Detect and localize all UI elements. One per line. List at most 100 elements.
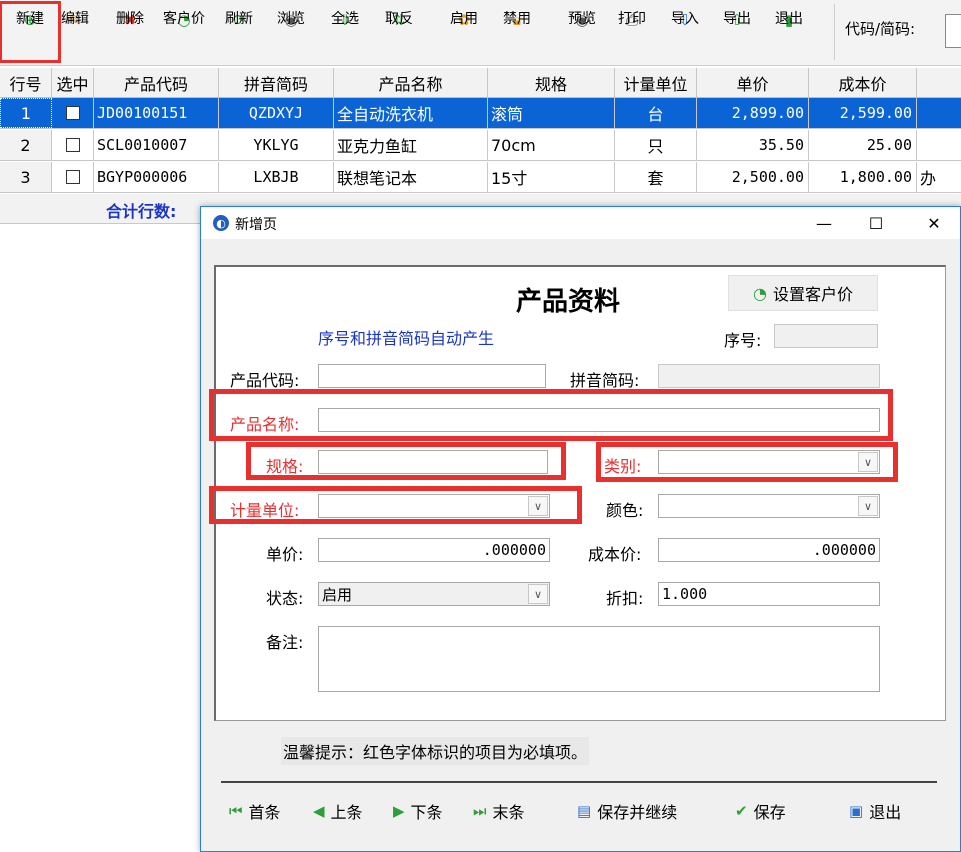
save-continue-icon: ▤ — [577, 802, 592, 820]
table-row[interactable]: 3 BGYP000006 LXBJB 联想笔记本 15寸 套 2,500.00 … — [0, 162, 961, 193]
product-code-label: 产品代码: — [230, 371, 300, 390]
remark-label: 备注: — [266, 633, 304, 652]
customer-price-icon: ◔ — [753, 283, 767, 303]
print-button[interactable]: ⎙ 打印 — [614, 4, 650, 60]
discount-input[interactable]: 1.000 — [658, 582, 880, 606]
refresh-button[interactable]: ⟳ 刷新 — [221, 4, 257, 60]
toolbar-separator — [834, 4, 835, 60]
required-highlight-spec — [246, 442, 566, 480]
form-title: 产品资料 — [516, 287, 621, 317]
prev-record-icon: ◀ — [313, 802, 325, 820]
col-header-unit[interactable]: 计量单位 — [615, 68, 697, 97]
col-header-price[interactable]: 单价 — [697, 68, 809, 97]
row-number: 1 — [0, 98, 52, 128]
enable-button[interactable]: ✿ 启用 — [446, 4, 482, 60]
col-header-spec[interactable]: 规格 — [488, 68, 615, 97]
cost-input[interactable]: .000000 — [658, 538, 880, 562]
cell-product-name: 全自动洗衣机 — [334, 98, 488, 128]
cell-extra: 办 — [920, 169, 937, 188]
dialog-title: 新增页 — [235, 217, 277, 233]
browse-button[interactable]: ◉ 浏览 — [273, 4, 309, 60]
col-header-cost[interactable]: 成本价 — [809, 68, 917, 97]
row-checkbox[interactable] — [65, 106, 80, 120]
price-label: 单价: — [266, 545, 304, 564]
required-highlight-category — [596, 442, 898, 482]
export-button[interactable]: ⇧ 导出 — [719, 4, 755, 60]
seq-field[interactable] — [774, 324, 878, 348]
col-header-row-number[interactable]: 行号 — [0, 68, 52, 97]
pinyin-label: 拼音简码: — [570, 371, 640, 390]
required-highlight-name — [209, 389, 893, 441]
row-checkbox-cell — [52, 98, 94, 128]
new-button[interactable]: ⊕ 新建 — [0, 1, 61, 63]
row-checkbox[interactable] — [65, 170, 80, 184]
first-record-button[interactable]: ⏮ 首条 — [229, 797, 281, 825]
disable-button[interactable]: 🔒︎ 禁用 — [499, 4, 535, 60]
close-button[interactable]: ✕ — [911, 207, 957, 239]
next-record-button[interactable]: ▶ 下条 — [393, 797, 443, 825]
col-header-product-name[interactable]: 产品名称 — [334, 68, 488, 97]
maximize-button[interactable]: ☐ — [853, 207, 899, 239]
remark-textarea[interactable] — [318, 626, 880, 692]
color-select[interactable]: ∨ — [658, 494, 880, 518]
color-label: 颜色: — [606, 501, 644, 520]
chevron-down-icon[interactable]: ∨ — [858, 496, 878, 516]
price-input[interactable]: .000000 — [318, 538, 550, 562]
code-search-input[interactable] — [945, 14, 961, 48]
import-button[interactable]: ⇩ 导入 — [667, 4, 703, 60]
row-number: 2 — [0, 130, 52, 160]
chevron-down-icon[interactable]: ∨ — [528, 584, 548, 604]
exit-icon: ▣ — [849, 802, 864, 820]
cell-extra — [917, 130, 961, 160]
cell-product-name: 亚克力鱼缸 — [334, 130, 488, 160]
summary-label: 合计行数: — [106, 202, 177, 221]
cell-product-name: 联想笔记本 — [334, 162, 488, 192]
prev-record-button[interactable]: ◀ 上条 — [313, 797, 363, 825]
cell-spec: 滚筒 — [488, 98, 615, 128]
cell-product-code: BGYP000006 — [94, 162, 219, 192]
table-row[interactable]: 2 SCL0010007 YKLYG 亚克力鱼缸 70cm 只 35.50 25… — [0, 130, 961, 161]
cost-label: 成本价: — [588, 545, 642, 564]
set-customer-price-button[interactable]: ◔ 设置客户价 — [728, 275, 878, 311]
delete-button[interactable]: ✖ 删除 — [110, 4, 150, 60]
new-product-dialog: ◐ 新增页 — ☐ ✕ 产品资料 ◔ 设置客户价 序号和拼音简码自动产生 序号:… — [200, 206, 961, 852]
cell-cost: 1,800.00 — [809, 162, 917, 192]
row-checkbox[interactable] — [65, 138, 80, 152]
minimize-button[interactable]: — — [801, 207, 847, 239]
cell-pinyin: YKLYG — [219, 130, 334, 160]
cell-unit: 台 — [615, 98, 697, 128]
exit-button[interactable]: ▮ 退出 — [771, 4, 807, 60]
product-code-input[interactable] — [318, 364, 546, 388]
customer-price-button[interactable]: ◔ 客户价 — [158, 4, 210, 60]
pinyin-field[interactable] — [658, 364, 880, 388]
footer-divider — [221, 781, 937, 783]
col-header-product-code[interactable]: 产品代码 — [94, 68, 219, 97]
save-button[interactable]: ✔ 保存 — [735, 797, 786, 825]
invert-selection-button[interactable]: ⇅ 取反 — [381, 4, 417, 60]
preview-button[interactable]: ◉ 预览 — [564, 4, 600, 60]
code-search-label: 代码/简码: — [845, 20, 916, 38]
edit-button[interactable]: ✎ 编辑 — [58, 4, 92, 60]
cell-cost: 25.00 — [809, 130, 917, 160]
cell-product-code: JD00100151 — [94, 98, 219, 128]
dialog-exit-button[interactable]: ▣ 退出 — [849, 797, 901, 825]
next-record-icon: ▶ — [393, 802, 405, 820]
cell-price: 2,500.00 — [697, 162, 809, 192]
cell-unit: 套 — [615, 162, 697, 192]
cell-pinyin: QZDXYJ — [219, 98, 334, 128]
auto-generate-hint: 序号和拼音简码自动产生 — [318, 329, 495, 348]
cell-price: 2,899.00 — [697, 98, 809, 128]
product-form-panel: 产品资料 ◔ 设置客户价 序号和拼音简码自动产生 序号: 产品代码: 拼音简码:… — [209, 265, 946, 721]
discount-label: 折扣: — [606, 589, 644, 608]
dialog-titlebar[interactable]: ◐ 新增页 — ☐ ✕ — [201, 207, 960, 239]
last-record-button[interactable]: ⏭ 末条 — [473, 797, 525, 825]
table-row[interactable]: 1 JD00100151 QZDXYJ 全自动洗衣机 滚筒 台 2,899.00… — [0, 98, 961, 129]
toolbar: ⊕ 新建 ✎ 编辑 ✖ 删除 ◔ 客户价 ⟳ 刷新 ◉ 浏览 ⇓ 全选 ⇅ 取反… — [0, 0, 961, 66]
col-header-pinyin[interactable]: 拼音简码 — [219, 68, 334, 97]
seq-label: 序号: — [724, 331, 762, 350]
save-and-continue-button[interactable]: ▤ 保存并继续 — [577, 797, 677, 825]
app-icon: ◐ — [213, 215, 229, 231]
col-header-selected[interactable]: 选中 — [52, 68, 94, 97]
status-select[interactable]: 启用 ∨ — [318, 582, 550, 606]
select-all-button[interactable]: ⇓ 全选 — [327, 4, 363, 60]
